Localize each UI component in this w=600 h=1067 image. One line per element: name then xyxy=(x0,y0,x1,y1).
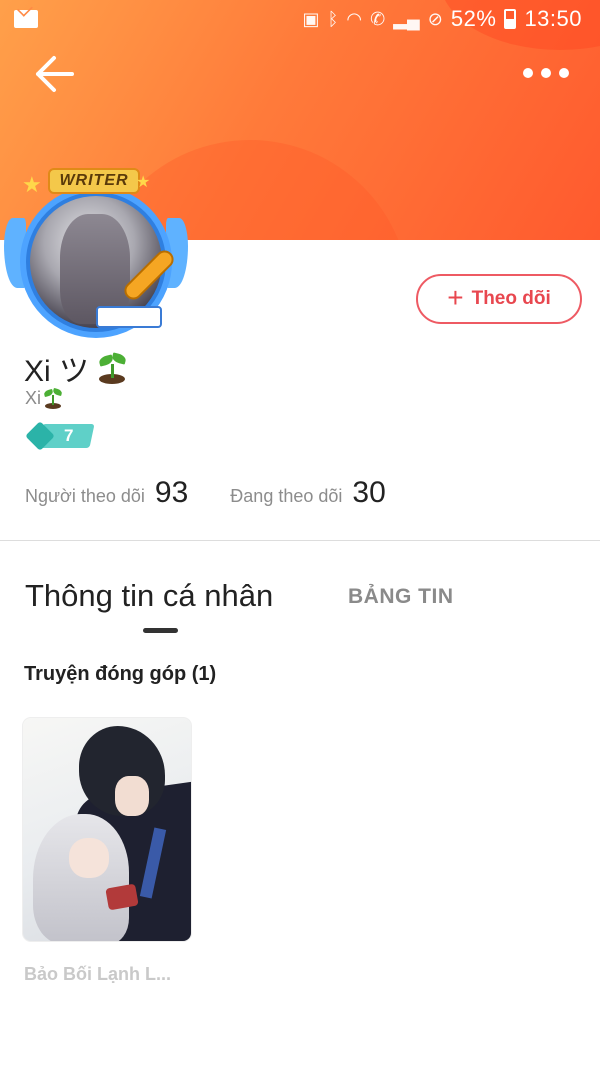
mail-icon xyxy=(14,10,38,28)
clock: 13:50 xyxy=(524,6,582,31)
back-arrow-icon xyxy=(36,56,74,92)
display-name-text: Xi ツ xyxy=(24,355,90,388)
bluetooth-icon: ᛒ xyxy=(327,8,339,29)
battery-icon xyxy=(504,9,517,29)
followers-label[interactable]: Người theo dõi xyxy=(25,486,145,507)
username: Xi xyxy=(25,387,63,409)
follow-button-label: Theo dõi xyxy=(471,288,551,309)
sprout-icon xyxy=(43,387,63,409)
display-name: Xi ツ xyxy=(24,346,127,390)
level-badge: 7 xyxy=(25,421,95,451)
dot-icon xyxy=(559,68,569,78)
follow-button[interactable]: + Theo dõi xyxy=(416,274,582,324)
sprout-icon xyxy=(97,352,127,384)
book-cover[interactable] xyxy=(23,718,191,941)
battery-percent: 52% xyxy=(450,6,497,31)
active-tab-indicator xyxy=(143,628,178,633)
star-icon: ★ xyxy=(136,174,151,191)
dot-icon xyxy=(541,68,551,78)
contributions-title: Truyện đóng góp (1) xyxy=(24,663,217,685)
avatar[interactable]: WRITER ★ ★ xyxy=(0,166,200,338)
do-not-disturb-icon: ⊘ xyxy=(427,8,443,29)
status-bar: ▣ ᛒ ◠ ✆ ▂▄ ⊘ 52% 13:50 xyxy=(0,0,600,40)
dot-icon xyxy=(523,68,533,78)
tab-personal-info[interactable]: Thông tin cá nhân xyxy=(25,578,273,614)
star-icon: ★ xyxy=(22,172,42,197)
wifi-icon: ◠ xyxy=(346,8,363,29)
username-text: Xi xyxy=(25,387,42,408)
signal-icon: ▂▄ xyxy=(393,8,420,29)
back-button[interactable] xyxy=(30,52,78,96)
writer-badge: WRITER xyxy=(48,168,140,194)
sim-icon: ▣ xyxy=(302,8,320,29)
level-number: 7 xyxy=(64,426,74,445)
status-icons: ▣ ᛒ ◠ ✆ ▂▄ ⊘ 52% 13:50 xyxy=(303,6,582,32)
book-title[interactable]: Bảo Bối Lạnh L... xyxy=(24,964,196,985)
following-label[interactable]: Đang theo dõi xyxy=(230,486,342,507)
book-icon xyxy=(96,306,162,328)
tab-news-feed[interactable]: BẢNG TIN xyxy=(348,585,454,609)
more-options-button[interactable] xyxy=(516,56,576,90)
section-divider xyxy=(0,540,600,541)
call-icon: ✆ xyxy=(370,8,386,29)
following-count[interactable]: 30 xyxy=(352,476,385,510)
plus-icon: + xyxy=(447,282,464,313)
followers-count[interactable]: 93 xyxy=(155,476,188,510)
follow-stats: Người theo dõi 93 Đang theo dõi 30 xyxy=(25,476,386,510)
